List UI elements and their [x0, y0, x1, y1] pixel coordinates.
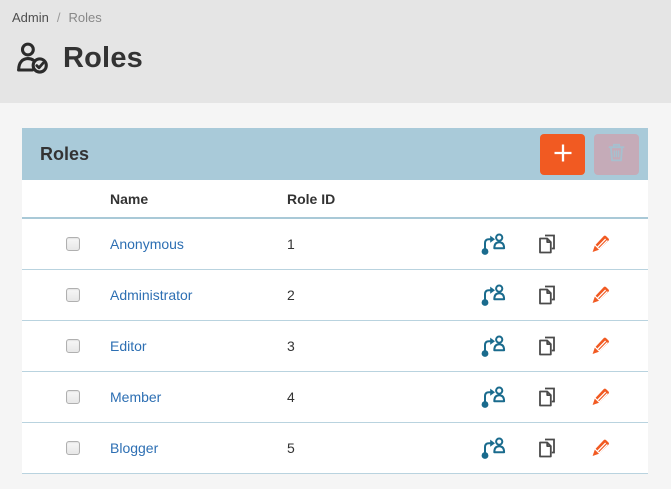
page-header: Admin / Roles Roles: [0, 0, 671, 103]
add-role-button[interactable]: [540, 134, 585, 175]
role-id-value: 1: [287, 218, 462, 269]
table-row: Administrator 2: [22, 269, 648, 320]
assign-users-icon[interactable]: [480, 282, 506, 307]
role-name-link[interactable]: Administrator: [110, 287, 192, 303]
trash-icon: [604, 140, 629, 168]
roles-table: Name Role ID Anonymous 1 Administrator 2: [22, 180, 648, 474]
row-checkbox[interactable]: [66, 390, 80, 404]
table-header-row: Name Role ID: [22, 180, 648, 218]
role-name-link[interactable]: Member: [110, 389, 161, 405]
delete-roles-button[interactable]: [594, 134, 639, 175]
role-id-value: 5: [287, 422, 462, 473]
table-row: Anonymous 1: [22, 218, 648, 269]
plus-icon: [550, 140, 576, 169]
row-checkbox[interactable]: [66, 441, 80, 455]
column-header-actions: [462, 180, 648, 218]
user-check-icon: [14, 39, 52, 77]
role-id-value: 4: [287, 371, 462, 422]
copy-icon[interactable]: [535, 384, 560, 409]
edit-pencil-icon[interactable]: [589, 333, 613, 358]
table-row: Editor 3: [22, 320, 648, 371]
edit-pencil-icon[interactable]: [589, 384, 613, 409]
table-row: Member 4: [22, 371, 648, 422]
row-checkbox[interactable]: [66, 288, 80, 302]
panel-header: Roles: [22, 128, 648, 180]
assign-users-icon[interactable]: [480, 384, 506, 409]
role-id-value: 2: [287, 269, 462, 320]
role-id-value: 3: [287, 320, 462, 371]
breadcrumb-item-roles: Roles: [68, 10, 101, 25]
column-header-name: Name: [110, 180, 287, 218]
roles-panel: Roles Name Role ID: [22, 128, 648, 474]
panel-title: Roles: [40, 144, 540, 165]
breadcrumb: Admin / Roles: [12, 10, 659, 25]
assign-users-icon[interactable]: [480, 231, 506, 256]
edit-pencil-icon[interactable]: [589, 282, 613, 307]
edit-pencil-icon[interactable]: [589, 435, 613, 460]
assign-users-icon[interactable]: [480, 333, 506, 358]
role-name-link[interactable]: Editor: [110, 338, 147, 354]
row-checkbox[interactable]: [66, 339, 80, 353]
table-row: Blogger 5: [22, 422, 648, 473]
column-header-role-id: Role ID: [287, 180, 462, 218]
copy-icon[interactable]: [535, 333, 560, 358]
role-name-link[interactable]: Anonymous: [110, 236, 184, 252]
copy-icon[interactable]: [535, 435, 560, 460]
column-header-checkbox: [22, 180, 110, 218]
copy-icon[interactable]: [535, 282, 560, 307]
role-name-link[interactable]: Blogger: [110, 440, 158, 456]
page-title: Roles: [63, 42, 143, 75]
row-checkbox[interactable]: [66, 237, 80, 251]
copy-icon[interactable]: [535, 231, 560, 256]
edit-pencil-icon[interactable]: [589, 231, 613, 256]
assign-users-icon[interactable]: [480, 435, 506, 460]
breadcrumb-item-admin[interactable]: Admin: [12, 10, 49, 25]
breadcrumb-separator: /: [57, 10, 61, 25]
